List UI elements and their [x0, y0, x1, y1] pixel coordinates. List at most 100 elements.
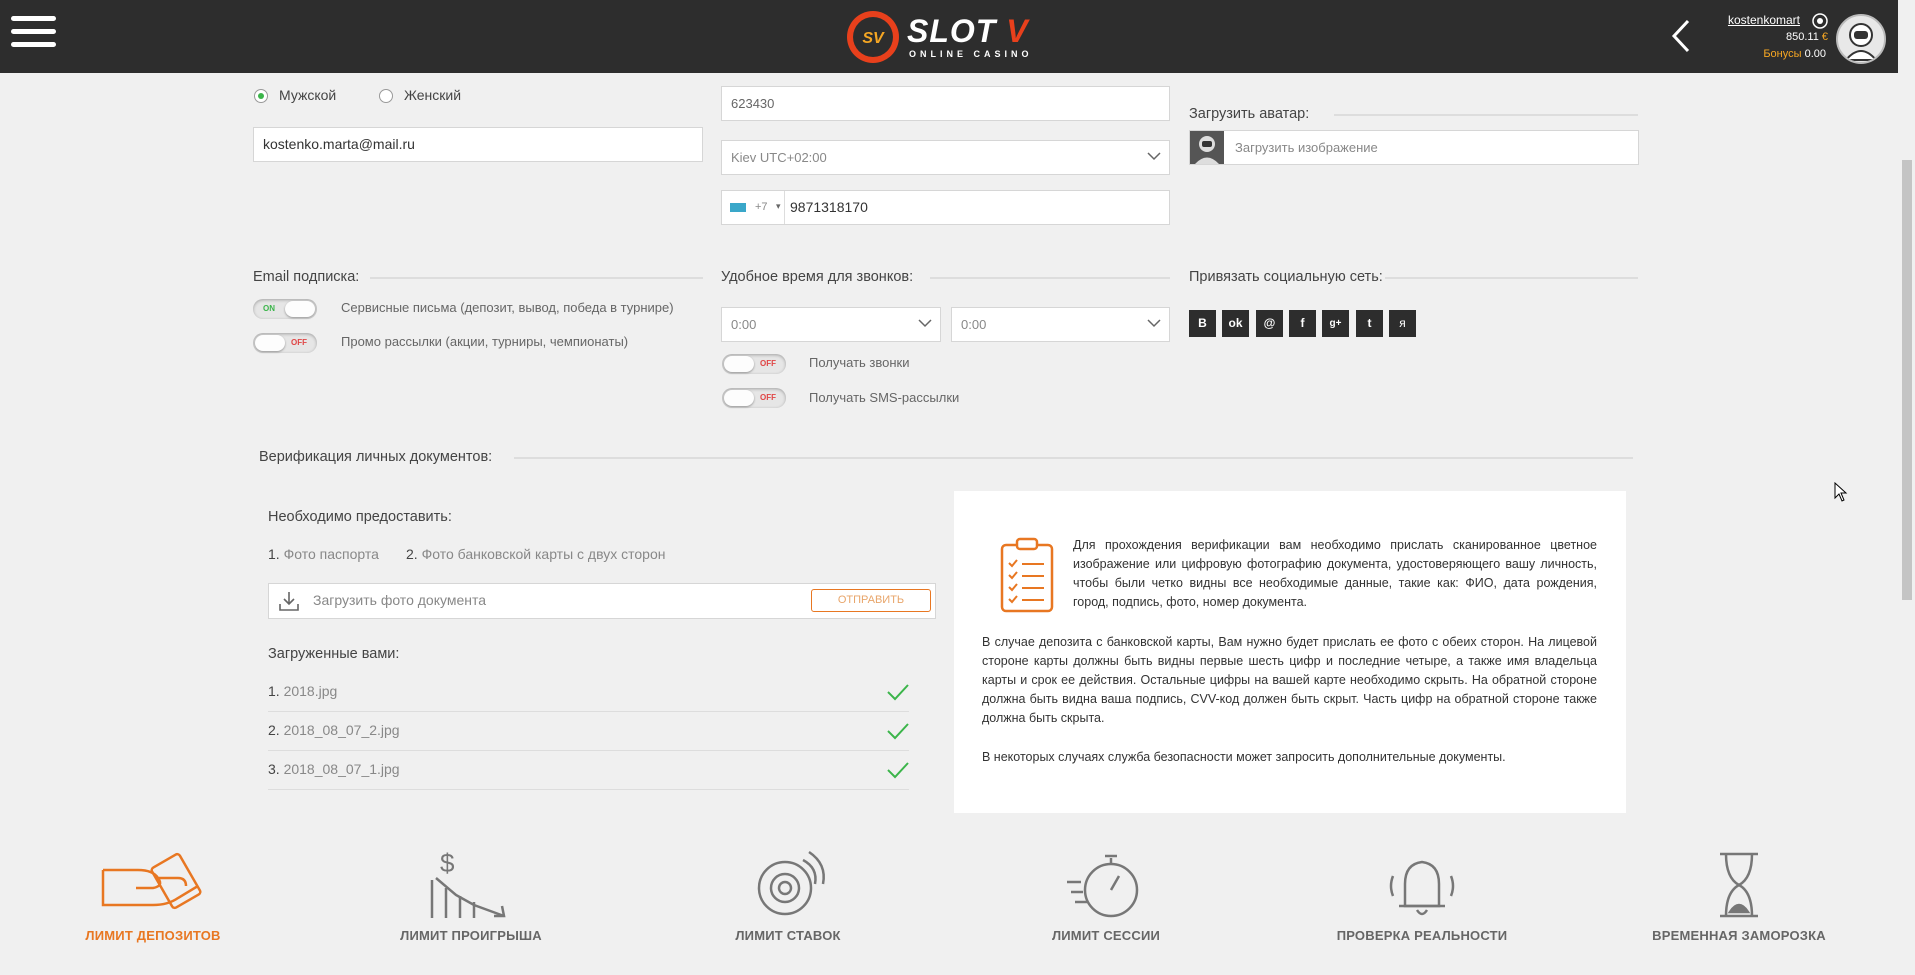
divider	[370, 277, 703, 279]
call-time-from-value: 0:00	[731, 317, 757, 332]
uploaded-file-item: 2. 2018_08_07_2.jpg	[268, 722, 400, 738]
receive-calls-label: Получать звонки	[809, 355, 910, 370]
twitter-icon[interactable]: t	[1356, 310, 1383, 337]
temporary-freeze-tab[interactable]: ВРЕМЕННАЯ ЗАМОРОЗКА	[1629, 850, 1849, 943]
chevron-down-icon	[1147, 152, 1161, 161]
chips-icon	[757, 850, 825, 916]
call-time-to-value: 0:00	[961, 317, 987, 332]
bonus-balance: Бонусы 0.00	[1763, 48, 1826, 60]
bell-icon	[1389, 860, 1455, 916]
hand-card-icon	[101, 852, 202, 910]
loss-limit-tab[interactable]: $ ЛИМИТ ПРОИГРЫША	[361, 850, 581, 943]
phone-number: 9871318170	[790, 199, 868, 215]
toggle-knob	[724, 356, 754, 372]
receive-calls-toggle[interactable]: ONOFF	[722, 354, 786, 374]
document-upload-placeholder: Загрузить фото документа	[313, 592, 487, 608]
bet-limit-label: ЛИМИТ СТАВОК	[735, 928, 841, 943]
divider	[1385, 277, 1638, 279]
toggle-knob	[255, 335, 285, 351]
chevron-left-icon[interactable]	[1668, 18, 1694, 54]
google-plus-icon[interactable]: g+	[1322, 310, 1349, 337]
hamburger-menu-icon[interactable]	[11, 16, 56, 56]
logo-wordmark: SLOT V	[907, 13, 1029, 49]
yandex-icon[interactable]: я	[1389, 310, 1416, 337]
phone-field[interactable]: +7 ▾ 9871318170	[721, 190, 1170, 225]
stopwatch-icon	[1067, 854, 1139, 918]
verification-title: Верификация личных документов:	[259, 449, 493, 465]
check-icon	[887, 723, 909, 740]
vk-icon[interactable]: B	[1189, 310, 1216, 337]
logo-subtitle: ONLINE CASINO	[909, 49, 1033, 59]
astronaut-avatar-icon	[1195, 136, 1219, 164]
timezone-select[interactable]: Kiev UTC+02:00	[721, 140, 1170, 175]
avatar-upload-label: Загрузить аватар:	[1189, 106, 1310, 122]
required-doc-2: 2. Фото банковской карты с двух сторон	[406, 546, 666, 562]
email-field[interactable]: kostenko.marta@mail.ru	[253, 127, 703, 162]
scrollbar-thumb[interactable]	[1902, 160, 1912, 600]
chevron-down-icon	[1147, 319, 1161, 328]
required-docs-title: Необходимо предоставить:	[268, 509, 452, 525]
reality-check-tab[interactable]: ПРОВЕРКА РЕАЛЬНОСТИ	[1312, 850, 1532, 943]
promo-emails-label: Промо рассылки (акции, турниры, чемпиона…	[341, 334, 629, 349]
verification-info-paragraph-1: Для прохождения верификации вам необходи…	[1073, 538, 1597, 609]
phone-country-code[interactable]: +7	[755, 191, 768, 224]
loss-chart-icon: $	[430, 850, 506, 918]
site-logo[interactable]: SV SLOT V ONLINE CASINO	[845, 9, 1050, 65]
avatar-upload-field[interactable]: Загрузить изображение	[1189, 130, 1639, 165]
uploaded-file-item: 3. 2018_08_07_1.jpg	[268, 761, 400, 777]
caret-down-icon: ▾	[776, 201, 781, 211]
clipboard-checklist-icon	[1000, 537, 1054, 613]
email-subscription-title: Email подписка:	[253, 269, 360, 285]
hourglass-icon	[1720, 852, 1758, 918]
promo-emails-toggle[interactable]: ONOFF	[253, 333, 317, 353]
send-button[interactable]: ОТПРАВИТЬ	[811, 589, 931, 612]
postal-code-field[interactable]: 623430	[721, 86, 1170, 121]
uploaded-file-item: 1. 2018.jpg	[268, 683, 338, 699]
call-time-title: Удобное время для звонков:	[721, 269, 914, 285]
service-emails-label: Сервисные письма (депозит, вывод, победа…	[341, 300, 674, 315]
user-avatar[interactable]	[1836, 14, 1886, 64]
uploaded-files-title: Загруженные вами:	[268, 646, 400, 662]
odnoklassniki-icon[interactable]: ok	[1222, 310, 1249, 337]
check-icon	[887, 762, 909, 779]
reality-check-label: ПРОВЕРКА РЕАЛЬНОСТИ	[1336, 928, 1508, 943]
call-time-to-select[interactable]: 0:00	[951, 307, 1170, 342]
receive-sms-toggle[interactable]: ONOFF	[722, 388, 786, 408]
timezone-value: Kiev UTC+02:00	[731, 150, 827, 165]
user-status-icon	[1812, 13, 1828, 29]
gender-male-label: Мужской	[279, 87, 337, 103]
divider	[268, 750, 909, 751]
toggle-knob	[724, 390, 754, 406]
svg-text:$: $	[440, 850, 455, 878]
gender-male-radio[interactable]	[254, 89, 268, 103]
required-doc-1: 1. Фото паспорта	[268, 546, 379, 562]
deposit-limit-tab[interactable]: ЛИМИТ ДЕПОЗИТОВ	[43, 850, 263, 943]
astronaut-avatar-icon	[1843, 23, 1879, 61]
facebook-icon[interactable]: f	[1289, 310, 1316, 337]
mouse-cursor-icon	[1834, 482, 1848, 502]
service-emails-toggle[interactable]: ONOFF	[253, 299, 317, 319]
call-time-from-select[interactable]: 0:00	[721, 307, 941, 342]
check-icon	[887, 684, 909, 701]
username-link[interactable]: kostenkomart	[1700, 13, 1800, 27]
avatar-thumbnail	[1190, 131, 1224, 164]
gender-female-label: Женский	[404, 87, 462, 103]
balance: 850.11 €	[1785, 31, 1828, 43]
gender-female-radio[interactable]	[379, 89, 393, 103]
loss-limit-label: ЛИМИТ ПРОИГРЫША	[400, 928, 542, 943]
session-limit-tab[interactable]: ЛИМИТ СЕССИИ	[996, 850, 1216, 943]
session-limit-label: ЛИМИТ СЕССИИ	[1051, 928, 1161, 943]
divider	[1334, 114, 1638, 116]
bet-limit-tab[interactable]: ЛИМИТ СТАВОК	[678, 850, 898, 943]
mailru-icon[interactable]: @	[1256, 310, 1283, 337]
download-icon	[279, 592, 299, 611]
phone-divider	[784, 191, 785, 224]
divider	[268, 789, 909, 790]
verification-info-paragraph-2: В случае депозита с банковской карты, Ва…	[982, 635, 1597, 725]
chevron-down-icon	[918, 319, 932, 328]
divider	[268, 711, 909, 712]
verification-info-card: Для прохождения верификации вам необходи…	[954, 491, 1626, 813]
kz-flag-icon	[730, 203, 746, 212]
receive-sms-label: Получать SMS-рассылки	[809, 390, 960, 405]
divider	[514, 457, 1633, 459]
